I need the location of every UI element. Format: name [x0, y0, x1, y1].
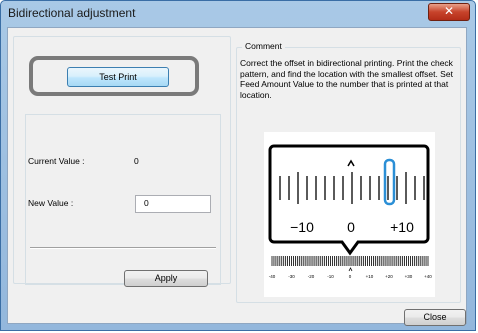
- scale-label: -20: [308, 274, 315, 279]
- close-button[interactable]: Close: [404, 309, 466, 326]
- scale-labels: -40 -30 -20 -10 0 +10 +20 +30 +40: [269, 274, 433, 279]
- window-close-button[interactable]: ✕: [428, 3, 470, 21]
- check-pattern-illustration: −10 0 +10 -40 -30 -20 -10 0 +10 +20 +30 +40: [264, 132, 435, 297]
- scale-label: +20: [385, 274, 393, 279]
- scale-label: -40: [269, 274, 276, 279]
- separator: [30, 247, 216, 249]
- callout-bubble: [268, 144, 430, 256]
- check-pattern-svg: −10 0 +10 -40 -30 -20 -10 0 +10 +20 +30 +40: [268, 144, 433, 279]
- zoom-label-0: 0: [347, 219, 355, 235]
- zoom-label-minus10: −10: [290, 219, 314, 235]
- comment-title: Comment: [242, 41, 285, 51]
- scale-label: +40: [424, 274, 432, 279]
- new-value-label: New Value :: [28, 198, 74, 208]
- dialog-client-area: Test Print Current Value : 0 New Value :…: [7, 27, 467, 326]
- apply-button[interactable]: Apply: [124, 270, 208, 287]
- test-print-button[interactable]: Test Print: [67, 67, 169, 87]
- scale-label: 0: [349, 274, 352, 279]
- comment-text: Correct the offset in bidirectional prin…: [240, 58, 453, 100]
- scale-zero-caret-icon: [348, 267, 353, 272]
- scale-label: +30: [405, 274, 413, 279]
- title-bar[interactable]: Bidirectional adjustment ✕: [1, 1, 475, 28]
- window-title: Bidirectional adjustment: [8, 6, 136, 20]
- zoom-label-plus10: +10: [390, 219, 414, 235]
- current-value-label: Current Value :: [28, 156, 85, 166]
- current-value: 0: [134, 156, 139, 166]
- new-value-input[interactable]: 0: [135, 195, 211, 213]
- scale-label: -30: [288, 274, 295, 279]
- scale-label: -10: [327, 274, 334, 279]
- scale-label: +10: [366, 274, 374, 279]
- scale-tick-lines: [271, 256, 429, 266]
